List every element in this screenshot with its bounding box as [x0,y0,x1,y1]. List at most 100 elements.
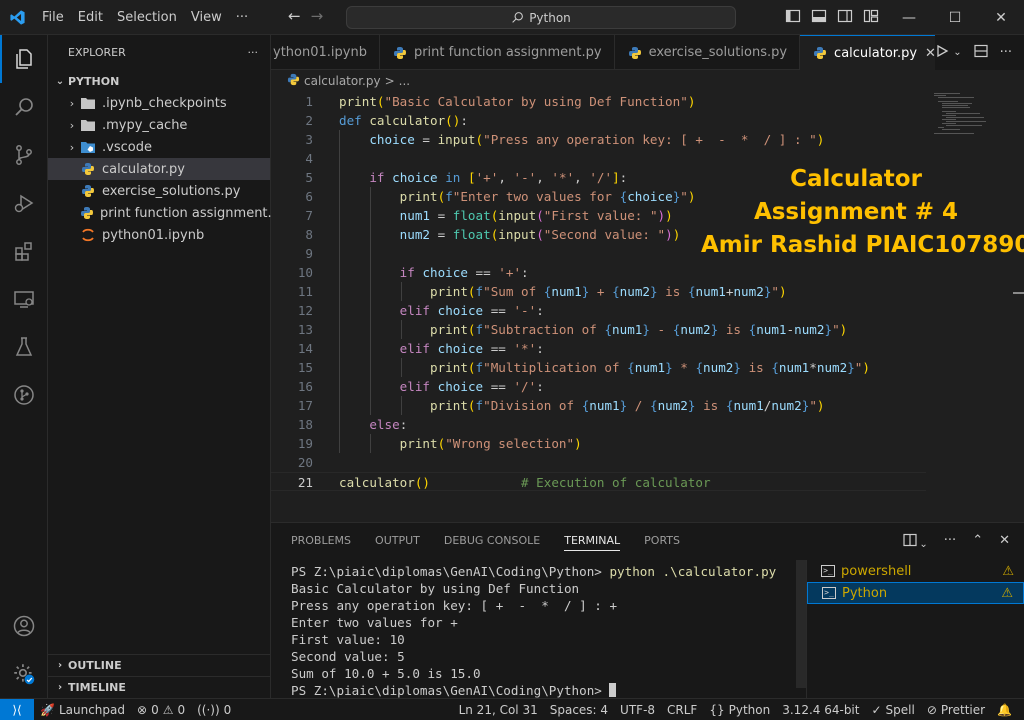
problems-indicator[interactable]: ⊗ 0 ⚠ 0 [131,703,191,717]
code-editor[interactable]: 1 print("Basic Calculator by using Def Fu… [271,92,1024,522]
explorer-activity[interactable] [0,35,48,83]
line-number: 6 [305,189,313,204]
close-window-button[interactable]: ✕ [978,0,1024,35]
minimize-button[interactable]: — [886,0,932,35]
more-actions-icon[interactable]: ··· [944,533,956,551]
explorer-header: EXPLORER ··· [48,35,270,70]
line-ending[interactable]: CRLF [661,703,703,717]
menu-selection[interactable]: Selection [110,0,184,35]
git-graph-icon [14,385,34,405]
explorer-more-button[interactable]: ··· [248,46,259,59]
toggle-secondary-sidebar-icon[interactable] [837,8,853,24]
code-line: 18 else: [271,415,926,434]
maximize-button[interactable]: ☐ [932,0,978,35]
more-actions-icon[interactable]: ··· [1000,45,1012,60]
tree-file-python01[interactable]: python01.ipynb [48,224,270,246]
window-controls: — ☐ ✕ [886,0,1024,35]
command-center-search[interactable]: Python [346,6,736,29]
notifications-bell[interactable]: 🔔 [991,703,1018,717]
tab-python01[interactable]: ython01.ipynb [271,35,380,70]
tab-label: exercise_solutions.py [648,45,788,60]
timeline-section[interactable]: › TIMELINE [48,676,271,698]
tab-ports[interactable]: PORTS [644,534,680,547]
maximize-panel-icon[interactable]: ⌃ [972,533,983,551]
jupyter-file-icon [80,227,96,243]
workspace-root-label: PYTHON [68,74,120,88]
split-terminal-icon[interactable]: ⌄ [903,533,928,551]
menu-file[interactable]: File [35,0,71,35]
toggle-panel-icon[interactable] [811,8,827,24]
line-number: 20 [297,455,313,470]
terminal-instance-powershell[interactable]: >_ powershell ⚠ [807,560,1024,582]
tree-folder-ipynb-checkpoints[interactable]: › .ipynb_checkpoints [48,92,270,114]
tree-file-exercise-solutions[interactable]: exercise_solutions.py [48,180,270,202]
python-file-icon [392,45,408,61]
outline-section[interactable]: › OUTLINE [48,654,271,676]
line-number: 1 [305,94,313,109]
source-control-activity[interactable] [0,131,48,179]
menu-more[interactable]: ··· [229,0,255,35]
code-line: 12 elif choice == '-': [271,301,926,320]
testing-activity[interactable] [0,323,48,371]
terminal-scrollbar[interactable] [796,560,806,699]
ports-indicator[interactable]: ((·)) 0 [191,703,237,717]
launchpad-item[interactable]: 🚀 Launchpad [34,703,131,717]
tree-folder-vscode[interactable]: › .vscode [48,136,270,158]
tab-problems[interactable]: PROBLEMS [291,534,351,547]
menu-view[interactable]: View [184,0,229,35]
code-text: num1 = float(input("First value: ")) [399,208,673,223]
line-number: 16 [297,379,313,394]
terminal-instance-python[interactable]: >_ Python ⚠ [807,582,1024,604]
remote-indicator[interactable]: ⟩⟨ [0,698,34,720]
minimap[interactable] [930,92,1010,142]
tab-calculator[interactable]: calculator.py ✕ [800,35,949,70]
run-debug-icon [14,194,34,213]
prettier-label: Prettier [940,703,986,717]
tab-debug-console[interactable]: DEBUG CONSOLE [444,534,540,547]
encoding[interactable]: UTF-8 [614,703,661,717]
run-dropdown-chevron-icon[interactable]: ⌄ [953,47,961,58]
indentation[interactable]: Spaces: 4 [544,703,614,717]
customize-layout-icon[interactable] [863,8,879,24]
tab-output[interactable]: OUTPUT [375,534,420,547]
tree-file-calculator[interactable]: calculator.py [48,158,270,180]
accounts-activity[interactable] [0,602,48,650]
vscode-folder-icon [80,139,96,155]
tab-label: print function assignment.py [413,45,602,60]
gitlens-activity[interactable] [0,371,48,419]
split-editor-icon[interactable] [973,44,988,62]
toggle-primary-sidebar-icon[interactable] [785,8,801,24]
menu-edit[interactable]: Edit [71,0,110,35]
tree-folder-mypy-cache[interactable]: › .mypy_cache [48,114,270,136]
braces-icon: {} [709,703,725,717]
spell-label: Spell [885,703,915,717]
back-arrow-icon[interactable]: ← [288,7,301,25]
run-python-file-icon[interactable] [935,44,949,62]
cursor-position[interactable]: Ln 21, Col 31 [453,703,544,717]
search-activity[interactable] [0,83,48,131]
close-panel-icon[interactable]: ✕ [999,533,1010,551]
code-line: 3 choice = input("Press any operation ke… [271,130,926,149]
forward-arrow-icon[interactable]: → [311,7,324,25]
breadcrumb-file[interactable]: calculator.py [304,74,381,88]
code-text: if choice in ['+', '-', '*', '/']: [369,170,628,185]
tab-terminal[interactable]: TERMINAL [564,534,621,551]
run-debug-activity[interactable] [0,179,48,227]
tree-file-print-function-assignment[interactable]: print function assignment.py [48,202,288,224]
python-interpreter[interactable]: 3.12.4 64-bit [776,703,865,717]
language-mode[interactable]: {} Python [703,703,776,717]
tab-exercise-solutions[interactable]: exercise_solutions.py [615,35,801,70]
manage-activity[interactable] [0,650,48,698]
tab-print-function-assignment[interactable]: print function assignment.py [380,35,615,70]
outline-label: OUTLINE [68,659,122,672]
code-line-current: 21 calculator() # Execution of calculator [271,472,926,491]
remote-explorer-activity[interactable] [0,275,48,323]
extensions-activity[interactable] [0,227,48,275]
prettier-status[interactable]: ⊘ Prettier [921,703,991,717]
workspace-root[interactable]: ⌄ PYTHON [48,70,270,92]
spell-checker[interactable]: ✓ Spell [865,703,920,717]
terminal-line: First value: 10 [291,632,405,647]
terminal-output[interactable]: PS Z:\piaic\diplomas\GenAI\Coding\Python… [291,563,776,699]
breadcrumb-symbols[interactable]: ... [399,74,410,88]
python-file-icon [80,205,94,221]
